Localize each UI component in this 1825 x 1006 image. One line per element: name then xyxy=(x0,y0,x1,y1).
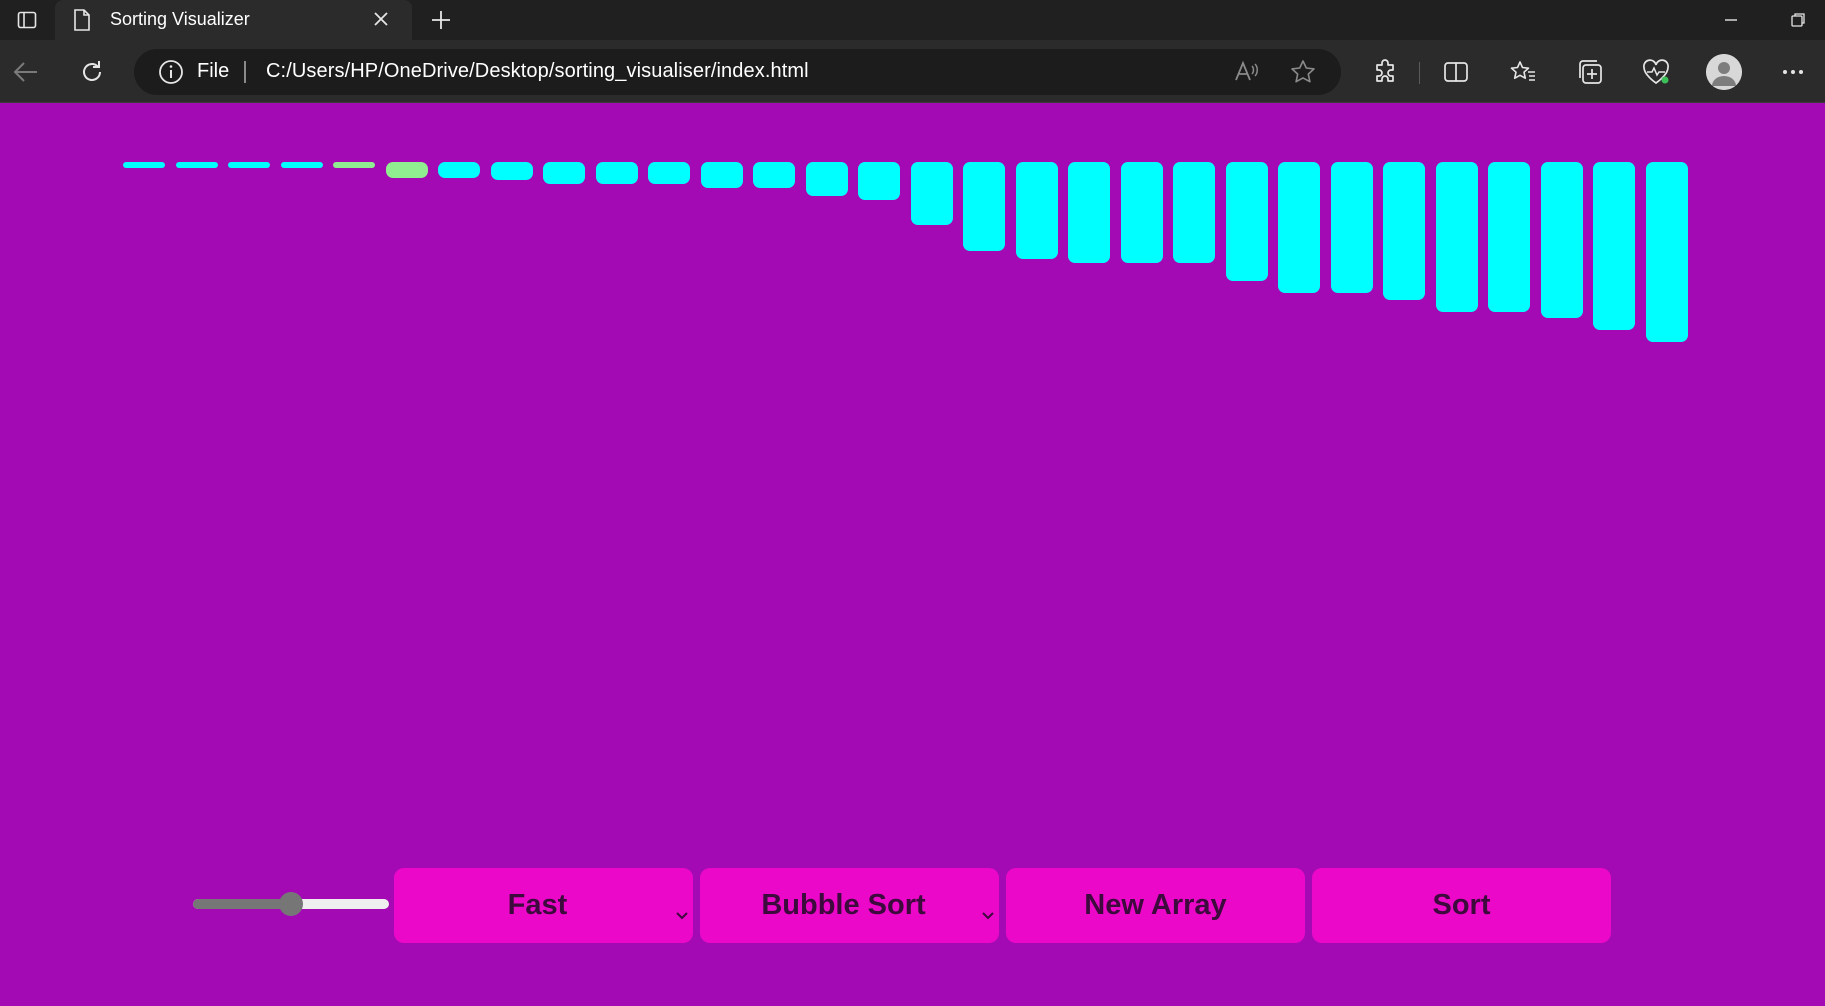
sort-bar xyxy=(438,162,480,179)
back-icon[interactable] xyxy=(6,52,46,92)
browser-essentials-icon[interactable] xyxy=(1636,52,1676,92)
algorithm-select-value: Bubble Sort xyxy=(761,889,926,921)
sort-bar xyxy=(1435,162,1478,312)
sort-bar xyxy=(1278,162,1320,294)
address-scheme-label: File xyxy=(197,60,230,82)
tab-title: Sorting Visualizer xyxy=(110,9,250,29)
sort-bar xyxy=(1120,162,1163,264)
sort-bar xyxy=(333,162,375,169)
sort-label: Sort xyxy=(1432,889,1491,921)
address-url[interactable]: C:/Users/HP/OneDrive/Desktop/sorting_vis… xyxy=(266,60,809,83)
minimize-icon[interactable] xyxy=(1704,0,1758,40)
sort-bar xyxy=(175,162,218,169)
address-separator xyxy=(244,61,246,83)
sorting-bars-container xyxy=(0,102,1825,362)
more-options-icon[interactable] xyxy=(1773,52,1813,92)
sort-bar xyxy=(858,162,900,201)
profile-avatar[interactable] xyxy=(1706,54,1742,90)
site-info-icon[interactable] xyxy=(158,59,184,90)
slider-thumb[interactable] xyxy=(279,892,303,916)
sort-bar xyxy=(280,162,323,169)
sort-bar xyxy=(910,162,953,225)
read-aloud-icon[interactable] xyxy=(1232,58,1260,91)
split-screen-icon[interactable] xyxy=(1436,52,1476,92)
sort-bar xyxy=(1173,162,1215,264)
sort-bar xyxy=(490,162,533,181)
sort-bar xyxy=(1330,162,1373,294)
sort-bar xyxy=(595,162,638,185)
sort-bar xyxy=(1593,162,1635,330)
sort-bar xyxy=(1488,162,1530,312)
address-bar[interactable]: File C:/Users/HP/OneDrive/Desktop/sortin… xyxy=(134,49,1341,95)
speed-select-value: Fast xyxy=(507,889,568,921)
sort-bar xyxy=(543,162,585,185)
sort-bar xyxy=(385,162,428,179)
browser-toolbar: File C:/Users/HP/OneDrive/Desktop/sortin… xyxy=(0,40,1825,103)
sort-bar xyxy=(1645,162,1688,342)
favorites-icon[interactable] xyxy=(1503,52,1543,92)
sort-bar xyxy=(1540,162,1583,318)
refresh-icon[interactable] xyxy=(72,52,112,92)
extensions-icon[interactable] xyxy=(1365,52,1405,92)
sort-bar xyxy=(1015,162,1058,260)
algorithm-select[interactable]: Bubble Sort xyxy=(700,868,999,943)
sort-bar xyxy=(753,162,795,189)
browser-tab[interactable]: Sorting Visualizer xyxy=(55,0,412,40)
sort-bar xyxy=(1383,162,1425,300)
sort-bar xyxy=(963,162,1005,251)
new-array-label: New Array xyxy=(1084,889,1227,921)
toolbar-divider xyxy=(1419,62,1420,84)
page-icon xyxy=(73,9,91,36)
favorite-star-icon[interactable] xyxy=(1289,58,1317,91)
new-array-button[interactable]: New Array xyxy=(1006,868,1305,943)
sidebar-toggle-icon[interactable] xyxy=(0,0,54,40)
sort-bar xyxy=(1068,162,1110,264)
restore-icon[interactable] xyxy=(1771,0,1825,40)
sort-bar xyxy=(648,162,690,185)
chevron-down-icon xyxy=(675,896,689,929)
sort-button[interactable]: Sort xyxy=(1312,868,1611,943)
browser-tab-strip: Sorting Visualizer xyxy=(0,0,1825,40)
speed-slider[interactable] xyxy=(193,892,389,916)
collections-icon[interactable] xyxy=(1570,52,1610,92)
slider-fill xyxy=(193,899,291,909)
speed-select[interactable]: Fast xyxy=(394,868,693,943)
sort-bar xyxy=(228,162,270,169)
sort-bar xyxy=(700,162,743,189)
sort-bar xyxy=(1225,162,1268,282)
controls-bar: Fast Bubble Sort New Array Sort xyxy=(0,868,1825,944)
close-tab-icon[interactable] xyxy=(372,10,390,33)
chevron-down-icon xyxy=(981,896,995,929)
new-tab-icon[interactable] xyxy=(426,6,456,34)
sort-bar xyxy=(123,162,165,169)
sort-bar xyxy=(805,162,848,197)
